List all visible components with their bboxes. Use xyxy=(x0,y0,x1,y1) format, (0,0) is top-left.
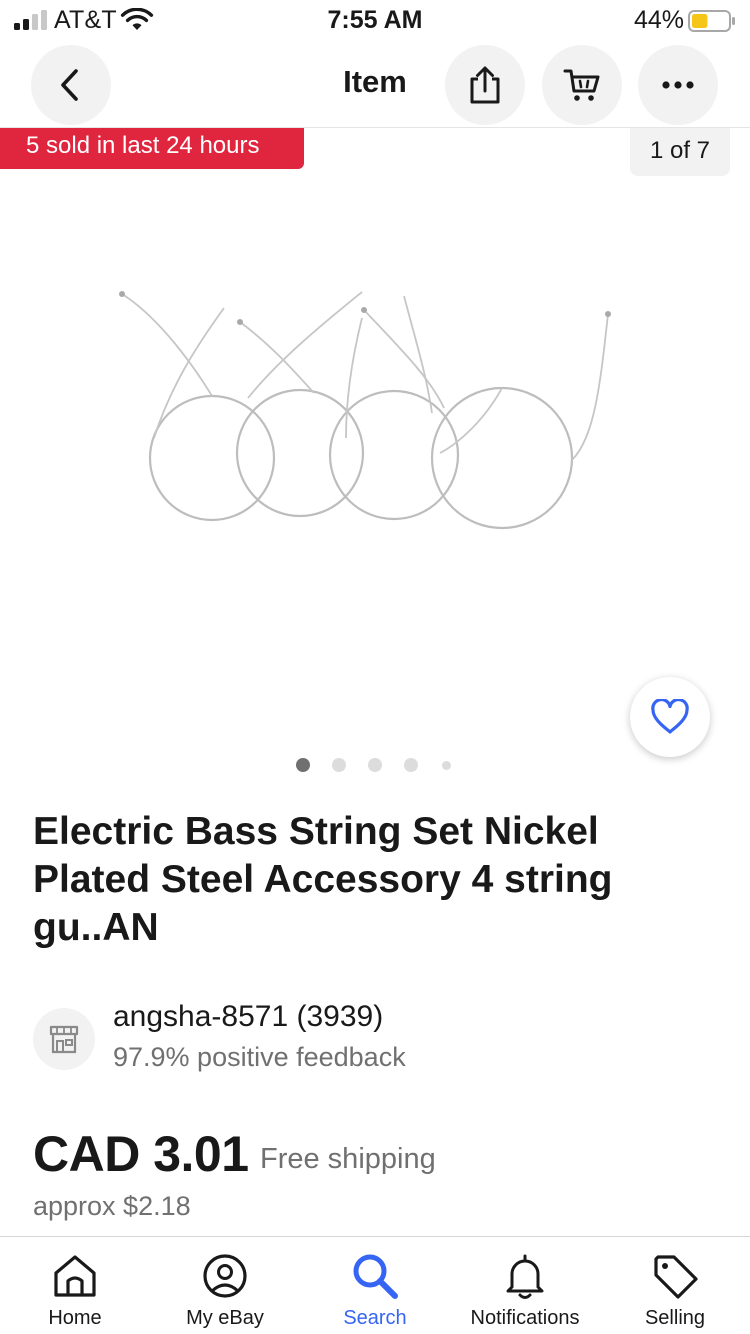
image-pagination xyxy=(0,756,750,776)
tab-label: My eBay xyxy=(186,1307,264,1329)
page-title: Item xyxy=(343,64,407,99)
battery-icon xyxy=(688,10,735,32)
image-gallery[interactable]: 5 sold in last 24 hours 1 of 7 xyxy=(0,128,750,783)
image-counter: 1 of 7 xyxy=(630,128,730,176)
seller-name[interactable]: angsha-8571 (3939) xyxy=(113,1000,383,1034)
home-icon xyxy=(54,1255,96,1297)
tab-home[interactable]: Home xyxy=(0,1237,150,1334)
pagination-dot[interactable] xyxy=(404,758,418,772)
pagination-dot[interactable] xyxy=(296,758,310,772)
tab-my-ebay[interactable]: My eBay xyxy=(150,1237,300,1334)
pagination-dot[interactable] xyxy=(442,761,451,770)
tab-label: Home xyxy=(48,1307,102,1329)
item-price: CAD 3.01 xyxy=(33,1126,249,1182)
tab-label: Notifications xyxy=(470,1307,580,1329)
tab-selling[interactable]: Selling xyxy=(600,1237,750,1334)
search-icon xyxy=(353,1254,398,1299)
share-icon xyxy=(470,66,500,104)
seller-store-avatar[interactable] xyxy=(33,1008,95,1070)
battery-fill xyxy=(692,14,708,28)
back-chevron-icon xyxy=(61,69,78,101)
battery-percent: 44% xyxy=(633,6,684,34)
tab-notifications[interactable]: Notifications xyxy=(450,1237,600,1334)
back-button[interactable] xyxy=(31,45,111,125)
approx-price: approx $2.18 xyxy=(33,1191,191,1221)
watch-button[interactable] xyxy=(630,677,710,757)
bell-icon xyxy=(506,1254,544,1299)
pagination-dot[interactable] xyxy=(332,758,346,772)
top-nav-bar: Item xyxy=(0,42,750,128)
tag-icon xyxy=(654,1255,698,1299)
status-bar: AT&T 7:55 AM 44% xyxy=(0,0,750,40)
more-options-button[interactable] xyxy=(638,45,718,125)
more-icon xyxy=(662,81,694,89)
product-image xyxy=(119,291,611,530)
item-page: AT&T 7:55 AM 44% Item 5 sold in last 24 … xyxy=(0,0,750,1334)
cart-icon xyxy=(563,69,600,101)
cart-button[interactable] xyxy=(542,45,622,125)
sold-count-banner: 5 sold in last 24 hours xyxy=(0,128,304,169)
shipping-info: Free shipping xyxy=(260,1143,436,1175)
heart-icon xyxy=(651,699,689,734)
pagination-dot[interactable] xyxy=(368,758,382,772)
share-button[interactable] xyxy=(445,45,525,125)
tab-search[interactable]: Search xyxy=(300,1237,450,1334)
seller-feedback: 97.9% positive feedback xyxy=(113,1042,406,1072)
store-icon xyxy=(49,1025,79,1054)
user-circle-icon xyxy=(203,1254,247,1298)
tab-label: Search xyxy=(343,1307,407,1329)
bottom-tab-bar: Home My eBay Search Notifications Sellin… xyxy=(0,1236,750,1334)
listing-title: Electric Bass String Set Nickel Plated S… xyxy=(33,810,613,949)
tab-label: Selling xyxy=(644,1307,706,1329)
